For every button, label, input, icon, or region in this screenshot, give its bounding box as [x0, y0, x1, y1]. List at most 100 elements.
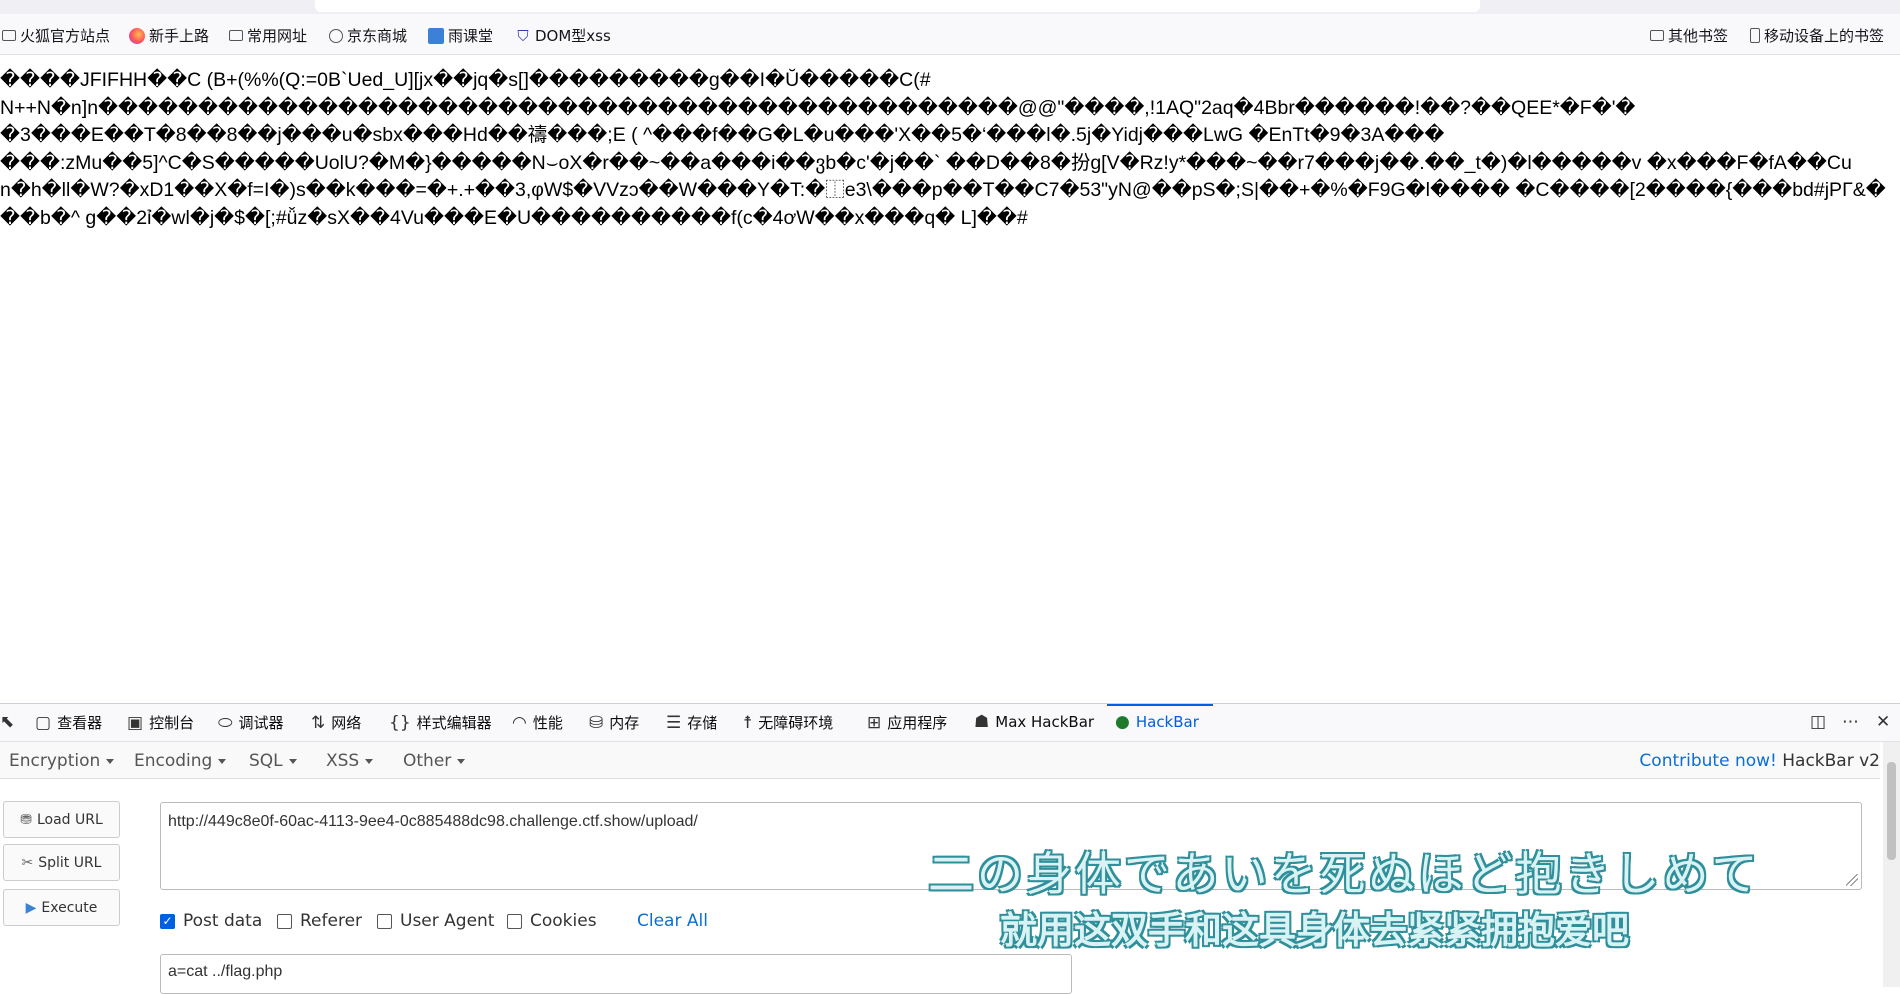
bookmark-dom-xss[interactable]: ⛉ DOM型xss — [515, 25, 611, 46]
hackbar-version-area: Contribute now! HackBar v2 — [1639, 751, 1880, 771]
menu-label: XSS — [326, 751, 360, 771]
tab-label: 网络 — [331, 714, 362, 732]
tab-accessibility[interactable]: ☨ 无障碍环境 — [743, 712, 833, 733]
folder-icon — [1650, 30, 1664, 41]
tab-console[interactable]: ▣ 控制台 — [127, 712, 194, 733]
browser-tab-strip — [0, 0, 1900, 14]
scroll-thumb[interactable] — [1887, 762, 1896, 860]
active-tab-indicator — [1107, 704, 1213, 706]
close-devtools-button[interactable]: ✕ — [1876, 712, 1896, 732]
close-icon: ✕ — [1876, 712, 1891, 732]
tab-inspector[interactable]: ▢ 查看器 — [35, 712, 102, 733]
cookies-checkbox[interactable]: Cookies — [507, 911, 597, 931]
gauge-icon: ◠ — [512, 712, 527, 733]
more-options-button[interactable]: ⋯ — [1842, 712, 1865, 732]
address-bar[interactable] — [315, 0, 1480, 12]
inspector-icon: ▢ — [35, 712, 52, 733]
menu-label: Encoding — [134, 751, 213, 771]
bookmark-label: 其他书签 — [1668, 27, 1729, 45]
resize-handle[interactable] — [1846, 874, 1858, 886]
network-icon: ⇅ — [311, 712, 326, 733]
binary-line: �3���E��T�8��8��j���u�sbx���Hd��禱���;E (… — [0, 124, 1445, 146]
element-picker[interactable]: ⬉ — [0, 712, 20, 732]
chevron-down-icon — [457, 758, 466, 764]
hackbar-scrollbar[interactable] — [1883, 742, 1900, 987]
tab-label: 存储 — [687, 714, 718, 732]
clear-all-link[interactable]: Clear All — [637, 911, 708, 931]
tab-style-editor[interactable]: {} 样式编辑器 — [389, 712, 492, 733]
bookmark-common-sites[interactable]: 常用网址 — [229, 25, 307, 46]
bookmark-label: 新手上路 — [149, 27, 210, 45]
dock-toggle-button[interactable]: ◫ — [1810, 712, 1832, 732]
bookmark-other[interactable]: 其他书签 — [1650, 25, 1728, 46]
bookmark-label: 常用网址 — [247, 27, 308, 45]
bookmark-firefox-official[interactable]: 火狐官方站点 — [2, 25, 110, 46]
bookmark-getting-started[interactable]: 新手上路 — [129, 25, 209, 46]
ellipsis-icon: ⋯ — [1842, 712, 1859, 732]
checkbox-icon — [377, 913, 392, 929]
checkbox-label: Referer — [300, 911, 363, 931]
checkbox-label: User Agent — [400, 911, 495, 931]
binary-line: n�h�ll�W?�xD1��X�f=I�)s��k���=�+.+��3,φW… — [0, 179, 1886, 201]
bookmark-label: DOM型xss — [535, 27, 611, 45]
checkbox-label: Cookies — [530, 911, 597, 931]
bookmarks-toolbar: 火狐官方站点 新手上路 常用网址 京东商城 雨课堂 ⛉ DOM型xss 其他书签… — [0, 14, 1900, 55]
split-url-button[interactable]: ✂ Split URL — [3, 844, 120, 881]
memory-chip-icon: ⛁ — [589, 712, 604, 733]
menu-other[interactable]: Other — [403, 751, 466, 771]
bookmark-rain-classroom[interactable]: 雨课堂 — [428, 25, 493, 46]
checkbox-label: Post data — [183, 911, 263, 931]
tab-debugger[interactable]: ⬭ 调试器 — [218, 712, 284, 733]
bookmark-mobile[interactable]: 移动设备上的书签 — [1750, 25, 1884, 46]
tab-label: 性能 — [532, 714, 563, 732]
post-text: a=cat ../flag.php — [168, 963, 283, 980]
folder-icon — [2, 30, 16, 41]
bookmark-jd[interactable]: 京东商城 — [329, 25, 407, 46]
button-label: Split URL — [38, 854, 102, 871]
menu-sql[interactable]: SQL — [249, 751, 297, 771]
tab-label: Max HackBar — [995, 713, 1095, 731]
chevron-down-icon — [288, 758, 297, 764]
menu-encoding[interactable]: Encoding — [134, 751, 227, 771]
tab-storage[interactable]: ☰ 存储 — [666, 712, 717, 733]
menu-label: Other — [403, 751, 452, 771]
binary-line: ����JFIFHH��C (B+(%%(Q:=0B`Ued_U][jx��jq… — [0, 69, 931, 91]
rain-classroom-icon — [428, 27, 444, 44]
load-url-button[interactable]: ⛃ Load URL — [3, 801, 120, 838]
tab-application[interactable]: ⊞ 应用程序 — [867, 712, 947, 733]
accessibility-icon: ☨ — [743, 712, 753, 733]
tab-label: 应用程序 — [887, 714, 948, 732]
user-agent-checkbox[interactable]: User Agent — [377, 911, 494, 931]
tab-memory[interactable]: ⛁ 内存 — [589, 712, 639, 733]
menu-label: Encryption — [9, 751, 101, 771]
load-icon: ⛃ — [20, 811, 32, 828]
post-data-checkbox[interactable]: ✓ Post data — [160, 911, 262, 931]
tab-label: 内存 — [609, 714, 640, 732]
grid-icon: ⊞ — [867, 712, 882, 733]
tab-hackbar[interactable]: ● HackBar — [1115, 712, 1199, 732]
chinese-subtitle: 就用这双手和这具身体去紧紧拥抱爱吧 — [1000, 909, 1629, 952]
tab-max-hackbar[interactable]: ☗ Max HackBar — [974, 712, 1094, 732]
tab-label: 样式编辑器 — [416, 714, 492, 732]
tab-performance[interactable]: ◠ 性能 — [512, 712, 563, 733]
scissors-icon: ✂ — [21, 854, 34, 871]
hacker-icon: ☗ — [974, 712, 990, 732]
contribute-link[interactable]: Contribute now! — [1639, 751, 1776, 771]
bookmark-label: 火狐官方站点 — [20, 27, 111, 45]
tab-network[interactable]: ⇅ 网络 — [311, 712, 361, 733]
referer-checkbox[interactable]: Referer — [277, 911, 362, 931]
post-data-input[interactable]: a=cat ../flag.php — [160, 954, 1072, 994]
tab-label: 控制台 — [149, 714, 195, 732]
binary-line: ���:zMu��5]^C�S�����UolU?�M�}�����N⌣oX�r… — [0, 151, 1852, 174]
menu-xss[interactable]: XSS — [326, 751, 374, 771]
tab-label: 查看器 — [57, 714, 103, 732]
play-icon: ▶ — [25, 899, 37, 916]
braces-icon: {} — [389, 712, 411, 733]
storage-icon: ☰ — [666, 712, 682, 733]
url-text: http://449c8e0f-60ac-4113-9ee4-0c885488d… — [168, 813, 698, 830]
chevron-down-icon — [365, 758, 374, 764]
debugger-icon: ⬭ — [218, 712, 233, 733]
menu-encryption[interactable]: Encryption — [9, 751, 115, 771]
chevron-down-icon — [106, 758, 115, 764]
execute-button[interactable]: ▶ Execute — [3, 889, 120, 926]
